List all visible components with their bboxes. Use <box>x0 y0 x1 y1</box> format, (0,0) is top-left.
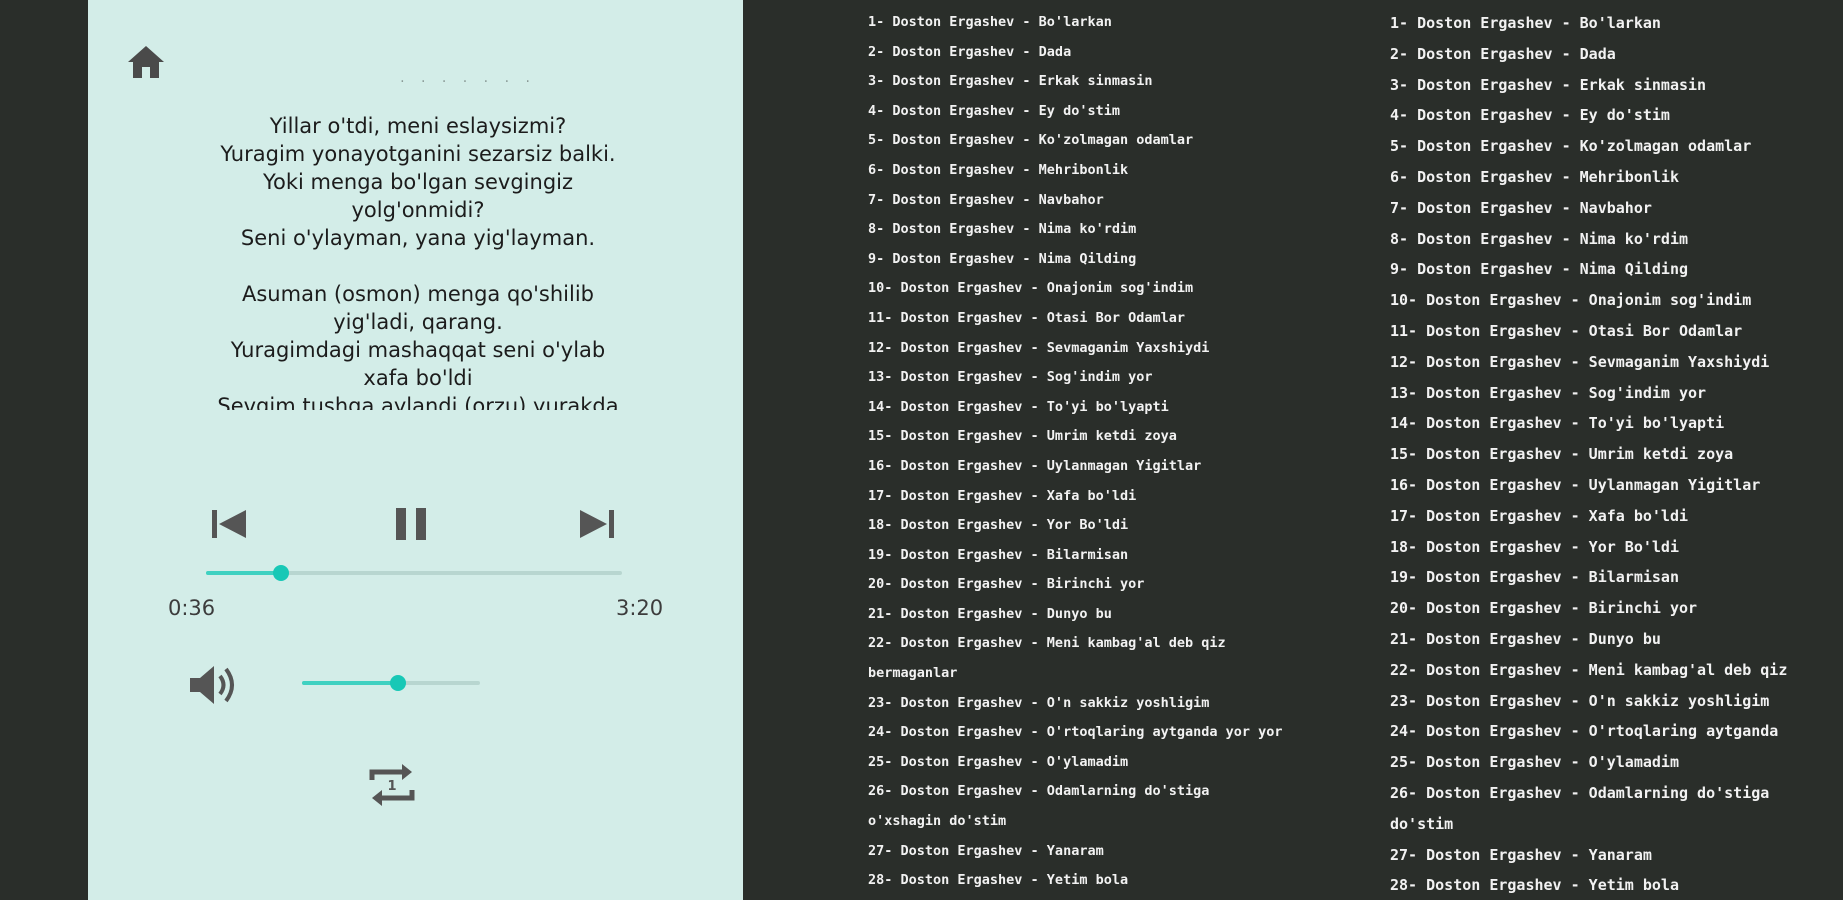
track-list-line: 4- Doston Ergashev - Ey do'stim <box>1390 106 1670 125</box>
track-list-line: 2- Doston Ergashev - Dada <box>868 43 1072 60</box>
lyrics-line: Yillar o'tdi, meni eslaysizmi? <box>269 114 567 138</box>
seek-bar[interactable] <box>206 565 622 581</box>
track-list-line: o'xshagin do'stim <box>868 813 1007 830</box>
lyrics-line: Yoki menga bo'lgan sevgingiz <box>262 170 574 194</box>
track-list-line: 1- Doston Ergashev - Bo'larkan <box>1390 14 1661 32</box>
track-list-line: 3- Doston Ergashev - Erkak sinmasin <box>1390 75 1707 94</box>
track-list-line: 20- Doston Ergashev - Birinchi yor <box>1390 599 1698 618</box>
track-list-line: 16- Doston Ergashev - Uylanmagan Yigitla… <box>1390 475 1761 494</box>
track-list-line: 26- Doston Ergashev - Odamlarning do'sti… <box>868 783 1210 800</box>
lyrics-line: Yuragim yonayotganini sezarsiz balki. <box>220 142 616 166</box>
pause-icon <box>396 508 426 540</box>
home-button[interactable] <box>124 42 168 82</box>
track-list-line: 27- Doston Ergashev - Yanaram <box>1390 845 1652 864</box>
track-list-left: 1- Doston Ergashev - Bo'larkan 2- Doston … <box>868 8 1283 896</box>
track-list-line: 15- Doston Ergashev - Umrim ketdi zoya <box>868 428 1177 445</box>
repeat-one-button[interactable]: 1 <box>364 758 420 812</box>
track-list-line: 16- Doston Ergashev - Uylanmagan Yigitla… <box>868 457 1202 474</box>
track-list-line: 18- Doston Ergashev - Yor Bo'ldi <box>868 517 1129 534</box>
track-list-line: 25- Doston Ergashev - O'ylamadim <box>1390 753 1679 772</box>
volume-button[interactable] <box>184 660 244 710</box>
track-list-line: 14- Doston Ergashev - To'yi bo'lyapti <box>1390 414 1725 433</box>
lyrics-line: Seni o'ylayman, yana yig'layman. <box>240 226 596 250</box>
track-list-line: 28- Doston Ergashev - Yetim bola <box>868 872 1129 889</box>
track-list-line: 21- Doston Ergashev - Dunyo bu <box>868 605 1112 622</box>
track-list-line: 25- Doston Ergashev - O'ylamadim <box>868 753 1129 770</box>
track-list-right: 1- Doston Ergashev - Bo'larkan 2- Doston … <box>1390 8 1787 900</box>
lyrics-stanza: Asuman (osmon) menga qo'shilib yig'ladi,… <box>178 280 658 410</box>
track-list-line: 5- Doston Ergashev - Ko'zolmagan odamlar <box>868 132 1194 149</box>
skip-previous-icon <box>212 510 246 538</box>
pause-button[interactable] <box>388 502 434 546</box>
track-list-line: 8- Doston Ergashev - Nima ko'rdim <box>868 221 1137 238</box>
home-icon <box>128 46 164 78</box>
track-list-line: 6- Doston Ergashev - Mehribonlik <box>1390 167 1679 186</box>
track-list-line: 7- Doston Ergashev - Navbahor <box>868 191 1104 208</box>
lyrics-line: Yuragimdagi mashaqqat seni o'ylab <box>230 338 606 362</box>
lyrics-view[interactable]: Yillar o'tdi, meni eslaysizmi? Yuragim y… <box>178 112 658 410</box>
track-list-line: 23- Doston Ergashev - O'n sakkiz yoshlig… <box>868 694 1210 711</box>
track-list-line: 10- Doston Ergashev - Onajonim sog'indim <box>1390 291 1752 310</box>
track-list-line: 24- Doston Ergashev - O'rtoqlaring aytga… <box>868 724 1283 741</box>
previous-track-button[interactable] <box>206 502 252 546</box>
track-list-line: 11- Doston Ergashev - Otasi Bor Odamlar <box>1390 321 1743 340</box>
track-list-line: 20- Doston Ergashev - Birinchi yor <box>868 576 1145 593</box>
track-list-line: 23- Doston Ergashev - O'n sakkiz yoshlig… <box>1390 691 1770 710</box>
track-list-line: 9- Doston Ergashev - Nima Qilding <box>1390 260 1689 279</box>
left-background-strip <box>0 0 88 900</box>
song-title-placeholder: · · · · · · · <box>400 74 536 90</box>
track-list-line: 5- Doston Ergashev - Ko'zolmagan odamlar <box>1390 137 1752 156</box>
lyrics-line: yolg'onmidi? <box>351 198 485 222</box>
track-list-line: 3- Doston Ergashev - Erkak sinmasin <box>868 73 1153 90</box>
volume-level-fill <box>302 681 399 685</box>
track-list-line: 28- Doston Ergashev - Yetim bola <box>1390 876 1679 895</box>
track-list-line: 7- Doston Ergashev - Navbahor <box>1390 198 1652 217</box>
track-list-line: 11- Doston Ergashev - Otasi Bor Odamlar <box>868 309 1185 326</box>
skip-next-icon <box>580 510 614 538</box>
volume-up-icon <box>190 666 234 704</box>
track-list-line: 4- Doston Ergashev - Ey do'stim <box>868 102 1120 119</box>
next-track-button[interactable] <box>574 502 620 546</box>
track-list-line: 22- Doston Ergashev - Meni kambag'al deb… <box>1390 660 1788 679</box>
track-list-line: 14- Doston Ergashev - To'yi bo'lyapti <box>868 398 1169 415</box>
repeat-one-icon: 1 <box>369 764 415 806</box>
track-list-line: 9- Doston Ergashev - Nima Qilding <box>868 250 1137 267</box>
track-list-line: bermaganlar <box>868 665 958 682</box>
track-list-line: 17- Doston Ergashev - Xafa bo'ldi <box>868 487 1137 504</box>
track-list-line: 12- Doston Ergashev - Sevmaganim Yaxshiy… <box>868 339 1210 356</box>
total-duration: 3:20 <box>616 596 664 620</box>
track-list-line: 1- Doston Ergashev - Bo'larkan <box>868 14 1112 30</box>
lyrics-line: Sevgim tushga aylandi (orzu) yurakda <box>217 394 619 410</box>
track-list-line: 12- Doston Ergashev - Sevmaganim Yaxshiy… <box>1390 352 1770 371</box>
lyrics-line: yig'ladi, qarang. <box>333 310 503 334</box>
track-list-line: 22- Doston Ergashev - Meni kambag'al deb… <box>868 635 1226 652</box>
track-list-line: 18- Doston Ergashev - Yor Bo'ldi <box>1390 537 1679 556</box>
seek-thumb[interactable] <box>272 565 289 581</box>
seek-progress-fill <box>206 571 281 575</box>
lyrics-line: Asuman (osmon) menga qo'shilib <box>242 282 594 306</box>
volume-slider[interactable] <box>302 675 480 691</box>
track-list-line: 10- Doston Ergashev - Onajonim sog'indim <box>868 280 1194 297</box>
track-list-line: 24- Doston Ergashev - O'rtoqlaring aytga… <box>1390 722 1779 741</box>
track-list-line: 19- Doston Ergashev - Bilarmisan <box>1390 568 1679 587</box>
track-list-line: 27- Doston Ergashev - Yanaram <box>868 842 1104 859</box>
svg-text:1: 1 <box>387 779 396 794</box>
track-list-line: 13- Doston Ergashev - Sog'indim yor <box>868 369 1153 386</box>
track-list-line: 19- Doston Ergashev - Bilarmisan <box>868 546 1129 563</box>
terminal-window: 1- Doston Ergashev - Bo'larkan 2- Doston … <box>743 0 1843 900</box>
track-list-line: 21- Doston Ergashev - Dunyo bu <box>1390 629 1661 648</box>
lyrics-stanza: Yillar o'tdi, meni eslaysizmi? Yuragim y… <box>178 112 658 252</box>
volume-thumb[interactable] <box>390 675 407 691</box>
track-list-line: 15- Doston Ergashev - Umrim ketdi zoya <box>1390 445 1734 464</box>
track-list-line: 2- Doston Ergashev - Dada <box>1390 44 1616 63</box>
track-list-line: 17- Doston Ergashev - Xafa bo'ldi <box>1390 506 1689 525</box>
lyrics-line: xafa bo'ldi <box>363 366 473 390</box>
elapsed-time: 0:36 <box>168 596 216 620</box>
track-list-line: 26- Doston Ergashev - Odamlarning do'sti… <box>1390 783 1770 802</box>
track-list-line: 8- Doston Ergashev - Nima ko'rdim <box>1390 229 1689 248</box>
track-list-line: do'stim <box>1390 814 1454 833</box>
track-list-line: 6- Doston Ergashev - Mehribonlik <box>868 161 1129 178</box>
music-player-panel: · · · · · · · Yillar o'tdi, meni eslaysi… <box>88 0 743 900</box>
track-list-line: 13- Doston Ergashev - Sog'indim yor <box>1390 383 1707 402</box>
